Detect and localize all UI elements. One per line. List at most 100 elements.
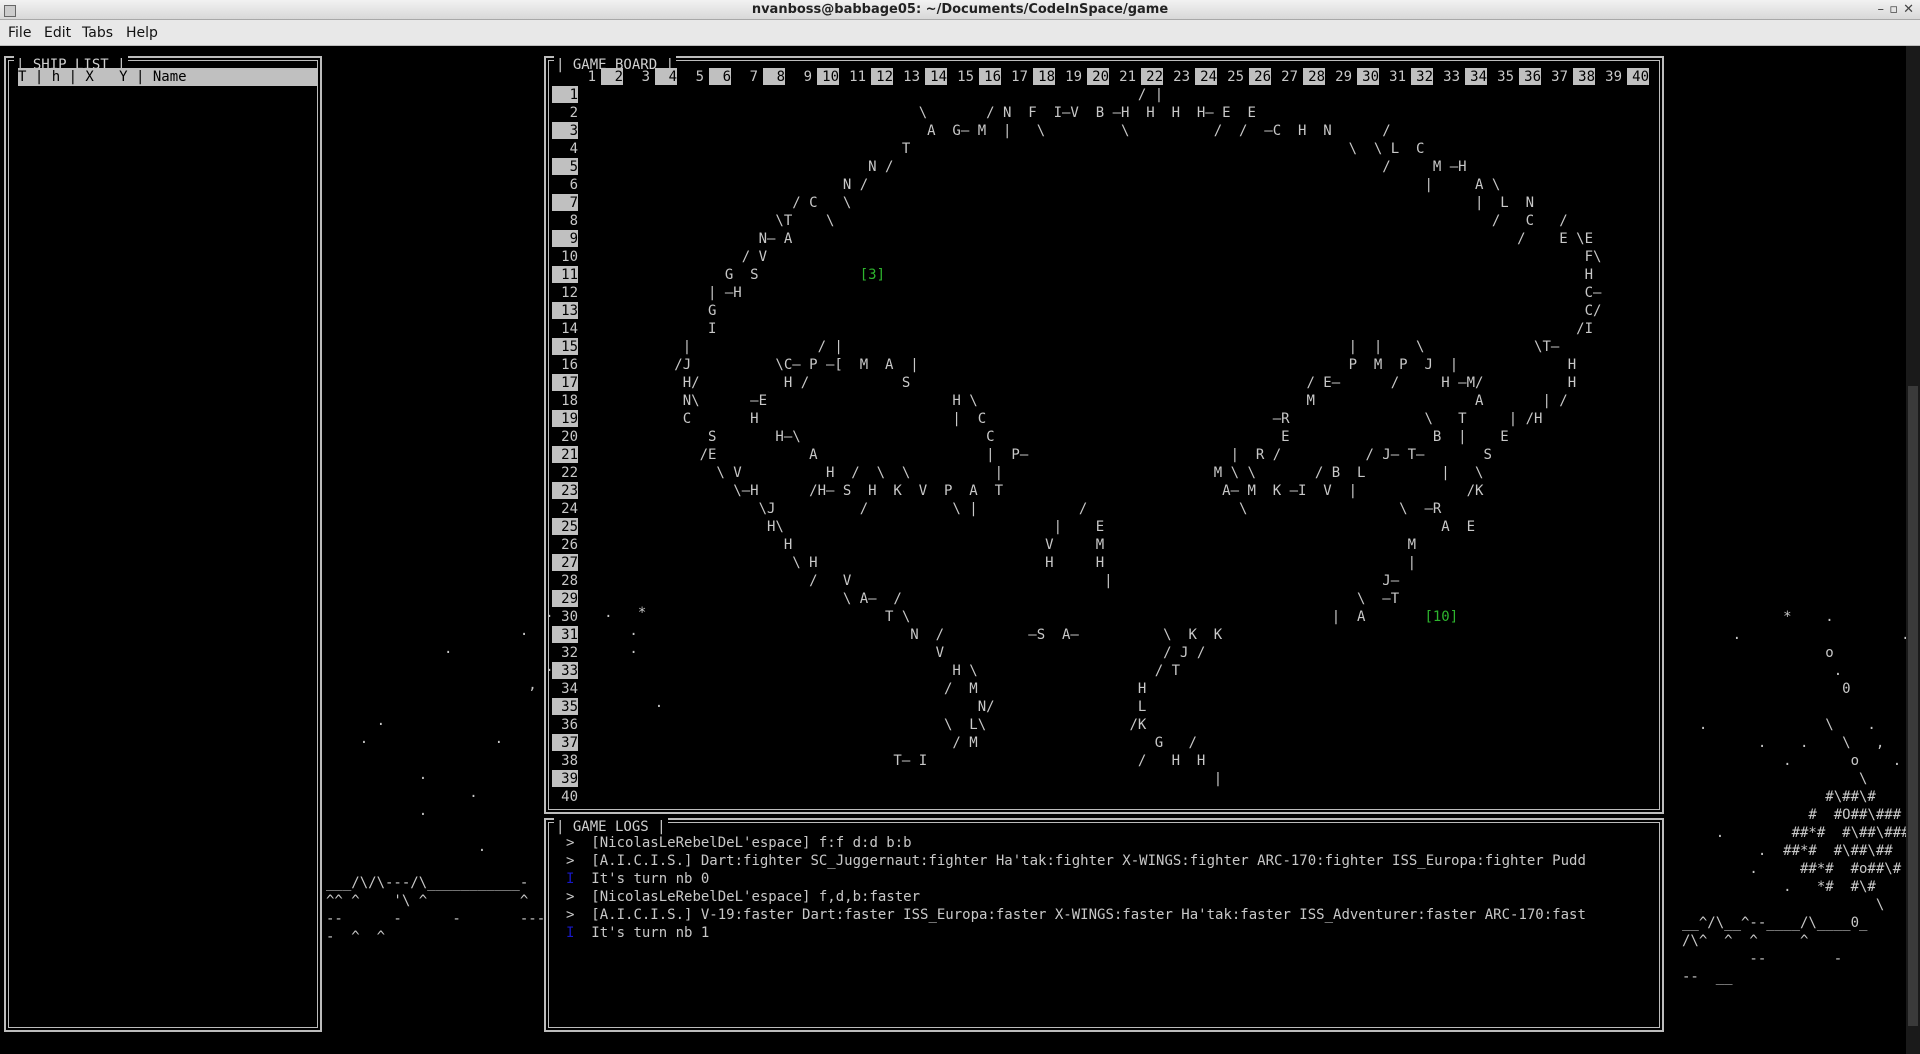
board-column-number: 18 [1033, 68, 1055, 85]
log-entry: I It's turn nb 0 [566, 870, 1646, 888]
close-icon[interactable]: ✕ [1903, 2, 1914, 18]
board-row-number: 16 [561, 357, 578, 373]
board-row-number: 5 [552, 158, 578, 175]
board-row-number: 26 [561, 537, 578, 553]
board-row-number: 1 [552, 86, 578, 103]
board-column-number: 32 [1411, 68, 1433, 85]
board-column-number: 26 [1249, 68, 1271, 85]
ship-row[interactable] [20, 256, 320, 274]
board-column-number: 25 [1227, 69, 1244, 85]
board-column-number: 29 [1335, 69, 1352, 85]
menu-tabs[interactable]: Tabs [82, 25, 113, 41]
scrollbar-thumb[interactable] [1908, 386, 1918, 1026]
board-row-number: 6 [569, 177, 578, 193]
board-row-content: / V F\ [590, 249, 1602, 265]
board-column-number: 15 [957, 69, 974, 85]
board-row-content: A G— M | \ \ / / —C H N / [590, 123, 1391, 139]
board-row-number: 38 [561, 753, 578, 769]
board-column-number: 3 [641, 69, 650, 85]
board-row-number: 23 [552, 482, 578, 499]
ship-row[interactable] [20, 274, 320, 292]
log-text: [NicolasLeRebelDeL'espace] f:f d:d b:b [574, 835, 912, 851]
board-column-number: 36 [1519, 68, 1541, 85]
board-row-content: \ V H / \ \ | M \ \ / B L | \ [590, 465, 1484, 481]
menu-help[interactable]: Help [126, 25, 158, 41]
minimize-icon[interactable]: – [1878, 2, 1885, 18]
board-row-number: 30 [561, 609, 578, 625]
board-column-number: 28 [1303, 68, 1325, 85]
board-row-number: 37 [552, 734, 578, 751]
ship-row[interactable] [20, 328, 320, 346]
board-row-content: V / J / [590, 645, 1206, 661]
board-column-number: 34 [1465, 68, 1487, 85]
board-column-number: 7 [749, 69, 758, 85]
window-titlebar: nvanboss@babbage05: ~/Documents/CodeInSp… [0, 0, 1920, 20]
board-row-number: 29 [552, 590, 578, 607]
log-text: [NicolasLeRebelDeL'espace] f,d,b:faster [574, 889, 921, 905]
board-row-content: T— I / H H [590, 753, 1206, 769]
board-column-number: 4 [655, 68, 677, 85]
board-row-number: 24 [561, 501, 578, 517]
ship-row[interactable] [20, 238, 320, 256]
ship-list-panel: | SHIP LIST | T | h | X Y | Name [4, 56, 322, 1032]
board-column-number: 16 [979, 68, 1001, 85]
board-row-content: \J / \ | / \ \ —R [590, 501, 1442, 517]
board-row-number: 25 [552, 518, 578, 535]
board-row-number: 40 [561, 789, 578, 805]
board-row-content: N\ —E H \ M A | / [590, 393, 1568, 409]
board-column-number: 13 [903, 69, 920, 85]
board-row-number: 2 [569, 105, 578, 121]
board-row-content: \ H H H | [590, 555, 1417, 571]
menu-file[interactable]: File [8, 25, 31, 41]
board-column-number: 10 [817, 68, 839, 85]
ship-row[interactable] [20, 148, 320, 166]
ship-row[interactable] [20, 292, 320, 310]
board-column-number: 1 [587, 69, 596, 85]
board-row-content: H/ H / S / E— / H —M/ H [590, 375, 1577, 391]
board-row-number: 14 [561, 321, 578, 337]
menu-edit[interactable]: Edit [44, 25, 71, 41]
board-row-content: N / —S A— \ K K [590, 627, 1223, 643]
board-row-content: / M H [590, 681, 1147, 697]
board-row-content: T \ \ L C [590, 141, 1425, 157]
fleet-marker[interactable]: [3] [860, 267, 885, 283]
right-ascii-art: . * . . . o . . 0 . . . \ . [1682, 609, 1918, 985]
board-column-number: 35 [1497, 69, 1514, 85]
board-row-number: 18 [561, 393, 578, 409]
board-row-content: H \ / T [590, 663, 1181, 679]
ship-list-header: T | h | X Y | Name [18, 68, 318, 86]
board-column-number: 33 [1443, 69, 1460, 85]
board-column-number: 30 [1357, 68, 1379, 85]
ship-row[interactable] [20, 130, 320, 148]
board-column-number: 9 [803, 69, 812, 85]
terminal-scrollbar[interactable] [1906, 46, 1920, 1054]
ship-row[interactable] [20, 112, 320, 130]
log-entry: > [A.I.C.I.S.] Dart:fighter SC_Juggernau… [566, 852, 1646, 870]
log-entry: > [NicolasLeRebelDeL'espace] f,d,b:faste… [566, 888, 1646, 906]
ship-row[interactable] [20, 220, 320, 238]
board-column-number: 31 [1389, 69, 1406, 85]
board-row-number: 22 [561, 465, 578, 481]
log-entry: > [NicolasLeRebelDeL'espace] f:f d:d b:b [566, 834, 1646, 852]
log-text: It's turn nb 0 [574, 871, 710, 887]
ship-row[interactable] [20, 310, 320, 328]
ship-row[interactable] [20, 346, 320, 364]
board-row-number: 34 [561, 681, 578, 697]
board-row-number: 3 [552, 122, 578, 139]
board-row-number: 19 [552, 410, 578, 427]
board-row-number: 31 [552, 626, 578, 643]
board-row-number: 13 [552, 302, 578, 319]
ship-row[interactable] [20, 202, 320, 220]
terminal-area[interactable]: | SHIP LIST | T | h | X Y | Name . . * .… [0, 46, 1920, 1054]
board-row-content: \ A— / \ —T [590, 591, 1400, 607]
board-column-number: 8 [763, 68, 785, 85]
maximize-icon[interactable]: ▫ [1889, 2, 1898, 18]
board-row-content: H\ | E A E [590, 519, 1476, 535]
board-column-number: 27 [1281, 69, 1298, 85]
fleet-marker[interactable]: [10] [1424, 609, 1458, 625]
board-row-number: 28 [561, 573, 578, 589]
board-row-content: N / | A \ [590, 177, 1501, 193]
game-board-panel: | GAME BOARD | 1 2 3 4 5 6 7 8 9 10 11 12 13 14 15 16 17… [544, 56, 1664, 814]
ship-row[interactable] [20, 184, 320, 202]
board-row-content: / V | J— [590, 573, 1400, 589]
